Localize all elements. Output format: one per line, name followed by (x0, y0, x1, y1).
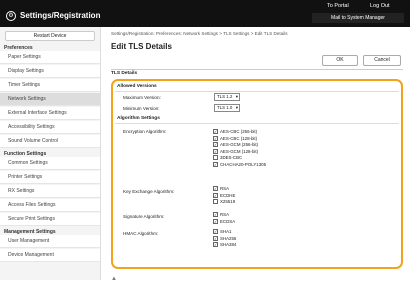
checkbox-icon[interactable]: ✓ (213, 148, 218, 154)
kex-option-label: ECDHE (220, 192, 236, 198)
main-content: Settings/Registration: Preferences: Netw… (103, 27, 410, 282)
cancel-button[interactable]: Cancel (363, 55, 401, 66)
enc-option-label: AES-CBC (256-bit) (220, 129, 258, 134)
max-version-select[interactable]: TLS 1.2 ▾ (214, 93, 240, 101)
sig-option-label: RSA (220, 212, 230, 217)
encryption-label: Encryption Algorithm: (123, 129, 167, 134)
enc-option-label: AES-GCM (256-bit) (220, 142, 259, 147)
app-title: Settings/Registration (20, 11, 101, 20)
checkbox-icon[interactable]: ✓ (213, 212, 218, 217)
restart-device-button[interactable]: Restart Device (5, 31, 95, 41)
scroll-top-icon[interactable]: ▲ (111, 276, 117, 282)
sidebar-item-access-files[interactable]: Access Files Settings (0, 199, 100, 212)
hmac-option[interactable]: ✓ SHA1 (213, 229, 231, 234)
checkbox-icon[interactable]: ✓ (213, 129, 218, 134)
hmac-label: HMAC Algorithm: (123, 231, 159, 236)
sidebar-item-external-interface[interactable]: External Interface Settings (0, 107, 100, 120)
hmac-option-label: SHA384 (220, 242, 237, 247)
sidebar-item-display[interactable]: Display Settings (0, 65, 100, 78)
checkbox-icon[interactable]: ✓ (213, 235, 218, 241)
min-version-label: Minimum Version: (123, 106, 160, 111)
checkbox-icon[interactable] (213, 155, 218, 160)
sig-option[interactable]: ✓ RSA (213, 212, 229, 217)
signature-label: Signature Algorithm: (123, 214, 165, 219)
sidebar-item-secure-print[interactable]: Secure Print Settings (0, 213, 100, 226)
enc-option[interactable]: ✓ AES-CBC (256-bit) (213, 129, 257, 134)
kex-option[interactable]: X25519 (213, 199, 235, 204)
to-portal-link[interactable]: To Portal (327, 3, 349, 9)
min-version-select[interactable]: TLS 1.0 ▾ (214, 104, 240, 112)
kex-option[interactable]: ✓ ECDHE (213, 192, 236, 198)
sig-option[interactable]: ✓ ECDSA (213, 218, 236, 224)
sidebar-item-accessibility[interactable]: Accessibility Settings (0, 121, 100, 134)
enc-option-label: AES-GCM (128-bit) (220, 148, 259, 154)
enc-option[interactable]: ✓ CHACHA20-POLY1305 (213, 161, 267, 167)
sidebar-item-paper[interactable]: Paper Settings (0, 51, 100, 64)
sidebar-item-common[interactable]: Common Settings (0, 157, 100, 170)
sidebar-item-user-management[interactable]: User Management (0, 235, 100, 248)
max-version-label: Maximum Version: (123, 95, 161, 100)
kex-option-label: RSA (220, 186, 230, 191)
checkbox-icon[interactable]: ✓ (213, 142, 218, 147)
enc-option[interactable]: ✓ AES-CBC (128-bit) (213, 135, 258, 141)
breadcrumb: Settings/Registration: Preferences: Netw… (111, 31, 288, 36)
divider (115, 91, 399, 92)
checkbox-icon[interactable]: ✓ (213, 161, 218, 167)
sidebar-item-network[interactable]: Network Settings (0, 93, 100, 106)
tls-details-panel: Allowed Versions Maximum Version: TLS 1.… (111, 79, 403, 269)
checkbox-icon[interactable] (213, 199, 218, 204)
algorithm-settings-heading: Algorithm Settings (117, 116, 160, 121)
sidebar: Restart Device Preferences Paper Setting… (0, 27, 101, 280)
hmac-option-label: SHA1 (220, 229, 232, 234)
sidebar-item-device-management[interactable]: Device Management (0, 249, 100, 262)
enc-option-label: 3DES-CBC (220, 155, 243, 160)
key-exchange-label: Key Exchange Algorithm: (123, 189, 175, 194)
hmac-option-label: SHA256 (220, 235, 237, 241)
sidebar-item-timer[interactable]: Timer Settings (0, 79, 100, 92)
checkbox-icon[interactable]: ✓ (213, 135, 218, 141)
log-out-link[interactable]: Log Out (370, 3, 390, 9)
checkbox-icon[interactable]: ✓ (213, 192, 218, 198)
checkbox-icon[interactable]: ✓ (213, 186, 218, 191)
hmac-option[interactable]: ✓ SHA256 (213, 235, 237, 241)
enc-option[interactable]: 3DES-CBC (213, 155, 242, 160)
sidebar-item-sound-volume[interactable]: Sound Volume Control (0, 135, 100, 148)
enc-option[interactable]: ✓ AES-GCM (256-bit) (213, 142, 258, 147)
divider (111, 69, 403, 70)
sidebar-item-rx[interactable]: RX Settings (0, 185, 100, 198)
kex-option[interactable]: ✓ RSA (213, 186, 229, 191)
ok-button[interactable]: OK (322, 55, 358, 66)
kex-option-label: X25519 (220, 199, 236, 204)
section-title: TLS Details (111, 71, 138, 76)
chevron-down-icon: ▾ (235, 94, 238, 99)
max-version-value: TLS 1.2 (217, 94, 233, 99)
settings-icon: ⚙ (6, 11, 16, 21)
page-title: Edit TLS Details (111, 42, 172, 51)
sidebar-item-printer[interactable]: Printer Settings (0, 171, 100, 184)
chevron-down-icon: ▾ (235, 105, 238, 110)
sig-option-label: ECDSA (220, 218, 236, 224)
min-version-value: TLS 1.0 (217, 105, 233, 110)
enc-option[interactable]: ✓ AES-GCM (128-bit) (213, 148, 259, 154)
top-bar: To Portal Log Out Mail to System Manager… (0, 0, 410, 27)
checkbox-icon[interactable]: ✓ (213, 242, 218, 247)
mail-to-system-manager-button[interactable]: Mail to System Manager (312, 13, 404, 23)
enc-option-label: CHACHA20-POLY1305 (220, 161, 267, 167)
hmac-option[interactable]: ✓ SHA384 (213, 242, 236, 247)
enc-option-label: AES-CBC (128-bit) (220, 135, 258, 141)
checkbox-icon[interactable]: ✓ (213, 229, 218, 234)
divider (115, 123, 399, 124)
checkbox-icon[interactable]: ✓ (213, 218, 218, 224)
allowed-versions-heading: Allowed Versions (117, 84, 157, 89)
